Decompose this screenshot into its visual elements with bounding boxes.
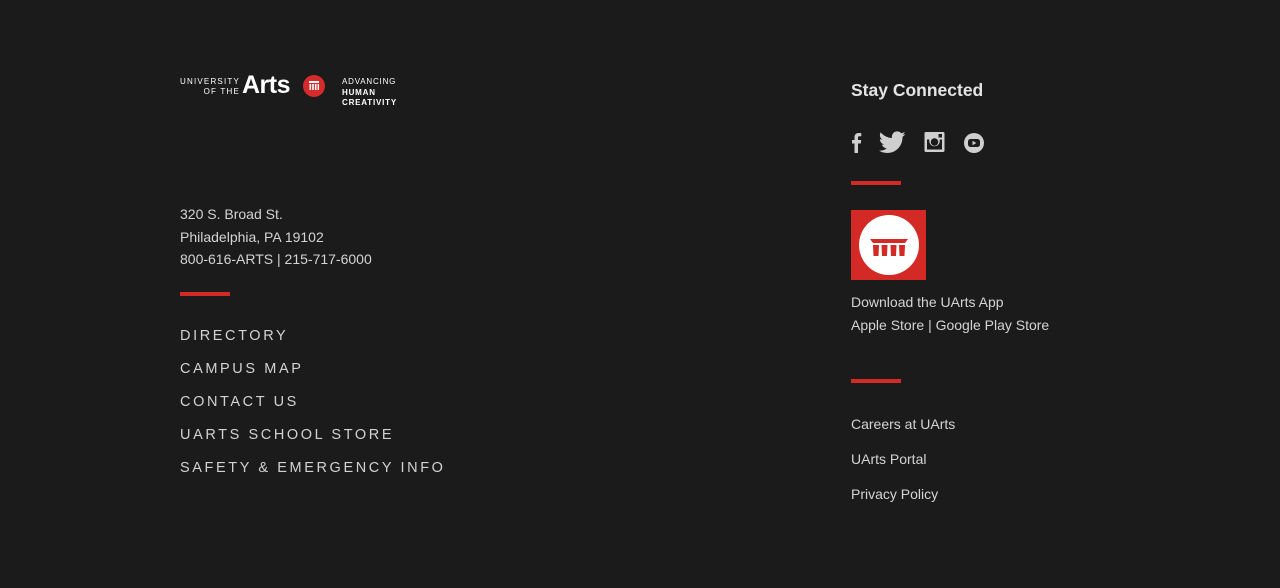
divider — [851, 181, 901, 185]
nav-link-campus-map[interactable]: CAMPUS MAP — [180, 359, 446, 392]
apple-store-link[interactable]: Apple Store — [851, 317, 924, 333]
address-city: Philadelphia, PA 19102 — [180, 228, 324, 245]
uarts-logo[interactable]: UNIVERSITY OF THE Arts ADVANCING HUMAN C… — [180, 71, 410, 114]
stay-connected-heading: Stay Connected — [851, 80, 984, 100]
instagram-icon[interactable] — [924, 131, 945, 158]
link-separator: | — [928, 317, 932, 333]
divider — [851, 379, 901, 383]
address-street: 320 S. Broad St. — [180, 206, 283, 222]
app-download-block: Download the UArts App Apple Store | Goo… — [851, 291, 1049, 337]
logo-arts-wordmark: Arts — [242, 71, 291, 99]
footer-nav: DIRECTORY CAMPUS MAP CONTACT US UARTS SC… — [180, 326, 446, 491]
careers-link[interactable]: Careers at UArts — [851, 414, 955, 449]
google-play-link[interactable]: Google Play Store — [936, 317, 1050, 333]
app-seal-icon — [859, 215, 919, 275]
nav-link-contact-us[interactable]: CONTACT US — [180, 392, 446, 425]
utility-links: Careers at UArts UArts Portal Privacy Po… — [851, 414, 955, 519]
nav-link-safety-emergency[interactable]: SAFETY & EMERGENCY INFO — [180, 458, 446, 491]
uarts-portal-link[interactable]: UArts Portal — [851, 449, 955, 484]
twitter-icon[interactable] — [878, 131, 906, 160]
privacy-policy-link[interactable]: Privacy Policy — [851, 484, 955, 519]
logo-seal-icon — [303, 75, 325, 97]
app-download-label: Download the UArts App — [851, 294, 1004, 310]
logo-university-text: UNIVERSITY OF THE — [180, 77, 241, 96]
nav-link-school-store[interactable]: UARTS SCHOOL STORE — [180, 425, 446, 458]
youtube-icon[interactable] — [963, 131, 985, 158]
uarts-app-icon[interactable] — [851, 210, 926, 280]
logo-tagline: ADVANCING HUMAN CREATIVITY — [342, 77, 397, 107]
nav-link-directory[interactable]: DIRECTORY — [180, 326, 446, 359]
address-phones[interactable]: 800-616-ARTS | 215-717-6000 — [180, 248, 372, 271]
divider — [180, 292, 230, 296]
facebook-icon[interactable] — [851, 131, 863, 160]
site-footer: UNIVERSITY OF THE Arts ADVANCING HUMAN C… — [0, 0, 1280, 588]
contact-address: 320 S. Broad St. Philadelphia, PA 19102 … — [180, 203, 372, 271]
